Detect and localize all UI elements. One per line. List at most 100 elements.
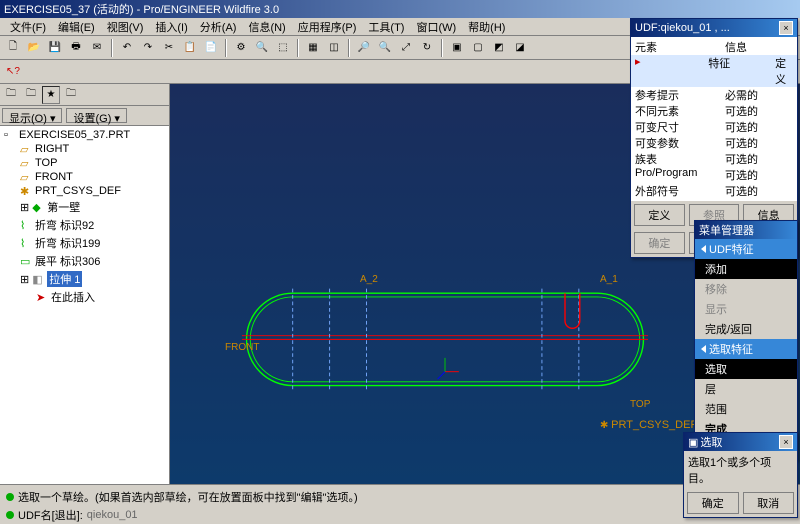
- app-titlebar: EXERCISE05_37 (活动的) - Pro/ENGINEER Wildf…: [0, 0, 800, 18]
- paste-icon[interactable]: 📄: [202, 39, 220, 57]
- tree-datum-front[interactable]: ▱FRONT: [2, 170, 167, 184]
- spin-icon[interactable]: ↻: [418, 39, 436, 57]
- tree-extrude[interactable]: ⊞◧拉伸 1: [2, 270, 167, 288]
- select-panel-title[interactable]: ▣选取 ×: [684, 433, 797, 451]
- table-row[interactable]: 不同元素可选的: [631, 103, 797, 119]
- menu-analysis[interactable]: 分析(A): [194, 18, 243, 35]
- menu-help[interactable]: 帮助(H): [462, 18, 511, 35]
- view1-icon[interactable]: ▦: [304, 39, 322, 57]
- tree-datum-top[interactable]: ▱TOP: [2, 156, 167, 170]
- regen-icon[interactable]: ⚙: [232, 39, 250, 57]
- app-title: EXERCISE05_37 (活动的) - Pro/ENGINEER Wildf…: [4, 1, 279, 17]
- close-icon[interactable]: ×: [779, 21, 793, 35]
- pointer-icon[interactable]: ↖?: [4, 63, 22, 81]
- print-icon[interactable]: 🖶: [67, 39, 85, 57]
- label-front: FRONT: [225, 342, 259, 353]
- menu-insert[interactable]: 插入(I): [149, 18, 193, 35]
- udf-panel-title[interactable]: UDF:qiekou_01 , ... ×: [631, 19, 797, 37]
- table-row[interactable]: 可变参数可选的: [631, 135, 797, 151]
- part-icon: ▫: [4, 129, 16, 141]
- select-feature-header[interactable]: 选取特征: [695, 339, 797, 359]
- datum-icon: ▱: [20, 171, 32, 183]
- undo-icon[interactable]: ↶: [118, 39, 136, 57]
- menu-remove: 移除: [695, 279, 797, 299]
- tree-tab3-icon[interactable]: ★: [42, 86, 60, 104]
- tree-tab1-icon[interactable]: 🗀: [2, 86, 20, 104]
- tree-insert-here[interactable]: ➤在此插入: [2, 288, 167, 306]
- menu-edit[interactable]: 编辑(E): [52, 18, 101, 35]
- cancel-button[interactable]: 取消: [743, 492, 795, 514]
- menu-info[interactable]: 信息(N): [242, 18, 291, 35]
- show-button[interactable]: 显示(O) ▾: [2, 108, 62, 123]
- table-row[interactable]: 元素信息: [631, 39, 797, 55]
- table-row[interactable]: 族表可选的: [631, 151, 797, 167]
- menu-view[interactable]: 视图(V): [101, 18, 150, 35]
- save-icon[interactable]: 💾: [46, 39, 64, 57]
- sep: [441, 39, 443, 57]
- cut-icon[interactable]: ✂: [160, 39, 178, 57]
- menu-select[interactable]: 选取: [695, 359, 797, 379]
- tree-tab2-icon[interactable]: 🗀: [22, 86, 40, 104]
- mail-icon[interactable]: ✉: [88, 39, 106, 57]
- menu-show: 显示: [695, 299, 797, 319]
- ok-button[interactable]: 确定: [687, 492, 739, 514]
- zoom-in-icon[interactable]: 🔎: [355, 39, 373, 57]
- select-panel: ▣选取 × 选取1个或多个项目。 确定 取消: [683, 432, 798, 518]
- tree-flat[interactable]: ▭展平 标识306: [2, 252, 167, 270]
- nohidden-icon[interactable]: ◪: [511, 39, 529, 57]
- hidden-icon[interactable]: ◩: [490, 39, 508, 57]
- menu-app[interactable]: 应用程序(P): [292, 18, 363, 35]
- fit-icon[interactable]: ⤢: [397, 39, 415, 57]
- define-button[interactable]: 定义: [634, 204, 685, 226]
- shade-icon[interactable]: ▣: [448, 39, 466, 57]
- view2-icon[interactable]: ◫: [325, 39, 343, 57]
- menu-tools[interactable]: 工具(T): [362, 18, 410, 35]
- zoom-out-icon[interactable]: 🔍: [376, 39, 394, 57]
- menu-range[interactable]: 范围: [695, 399, 797, 419]
- table-row[interactable]: 可变尺寸可选的: [631, 119, 797, 135]
- tree-csys[interactable]: ✱PRT_CSYS_DEF: [2, 184, 167, 198]
- ok-button: 确定: [634, 232, 685, 254]
- menu-manager-panel: 菜单管理器 UDF特征 添加 移除 显示 完成/返回 选取特征 选取 层 范围 …: [694, 220, 798, 460]
- tree-root[interactable]: ▫EXERCISE05_37.PRT: [2, 128, 167, 142]
- datum-icon: ▱: [20, 143, 32, 155]
- sep: [225, 39, 227, 57]
- copy-icon[interactable]: 📋: [181, 39, 199, 57]
- tree-bend1[interactable]: ⌇折弯 标识92: [2, 216, 167, 234]
- select-buttons: 确定 取消: [684, 489, 797, 517]
- tree-datum-right[interactable]: ▱RIGHT: [2, 142, 167, 156]
- table-row[interactable]: 外部符号可选的: [631, 183, 797, 199]
- close-icon[interactable]: ×: [779, 435, 793, 449]
- expand-icon[interactable]: ⊞: [20, 273, 29, 286]
- table-row[interactable]: Pro/Program可选的: [631, 167, 797, 183]
- wire-icon[interactable]: ▢: [469, 39, 487, 57]
- menu-window[interactable]: 窗口(W): [410, 18, 462, 35]
- new-icon[interactable]: 🗋: [4, 39, 22, 57]
- tree-wall[interactable]: ⊞◆第一壁: [2, 198, 167, 216]
- settings-button[interactable]: 设置(G) ▾: [66, 108, 126, 123]
- table-row[interactable]: 参考提示必需的: [631, 87, 797, 103]
- menu-done-return[interactable]: 完成/返回: [695, 319, 797, 339]
- status-dot-icon: [6, 511, 14, 519]
- bend-icon: ⌇: [20, 219, 32, 231]
- model-tree[interactable]: ▫EXERCISE05_37.PRT ▱RIGHT ▱TOP ▱FRONT ✱P…: [0, 126, 169, 484]
- table-row[interactable]: ▸特征定义: [631, 55, 797, 87]
- bend-icon: ⌇: [20, 237, 32, 249]
- extrude-icon: ◧: [32, 273, 44, 285]
- expand-icon[interactable]: ⊞: [20, 201, 29, 214]
- menu-file[interactable]: 文件(F): [4, 18, 52, 35]
- redo-icon[interactable]: ↷: [139, 39, 157, 57]
- model-view: [220, 284, 670, 404]
- arrow-icon: [701, 245, 706, 253]
- label-a2: A_2: [360, 274, 378, 285]
- search-icon[interactable]: 🔍: [253, 39, 271, 57]
- tree-tab4-icon[interactable]: 🗀: [62, 86, 80, 104]
- select-icon[interactable]: ⬚: [274, 39, 292, 57]
- model-tree-panel: 🗀 🗀 ★ 🗀 显示(O) ▾ 设置(G) ▾ ▫EXERCISE05_37.P…: [0, 84, 170, 484]
- open-icon[interactable]: 📂: [25, 39, 43, 57]
- menu-add[interactable]: 添加: [695, 259, 797, 279]
- menu-layer[interactable]: 层: [695, 379, 797, 399]
- tree-bend2[interactable]: ⌇折弯 标识199: [2, 234, 167, 252]
- menu-manager-title[interactable]: 菜单管理器: [695, 221, 797, 239]
- udf-feature-header[interactable]: UDF特征: [695, 239, 797, 259]
